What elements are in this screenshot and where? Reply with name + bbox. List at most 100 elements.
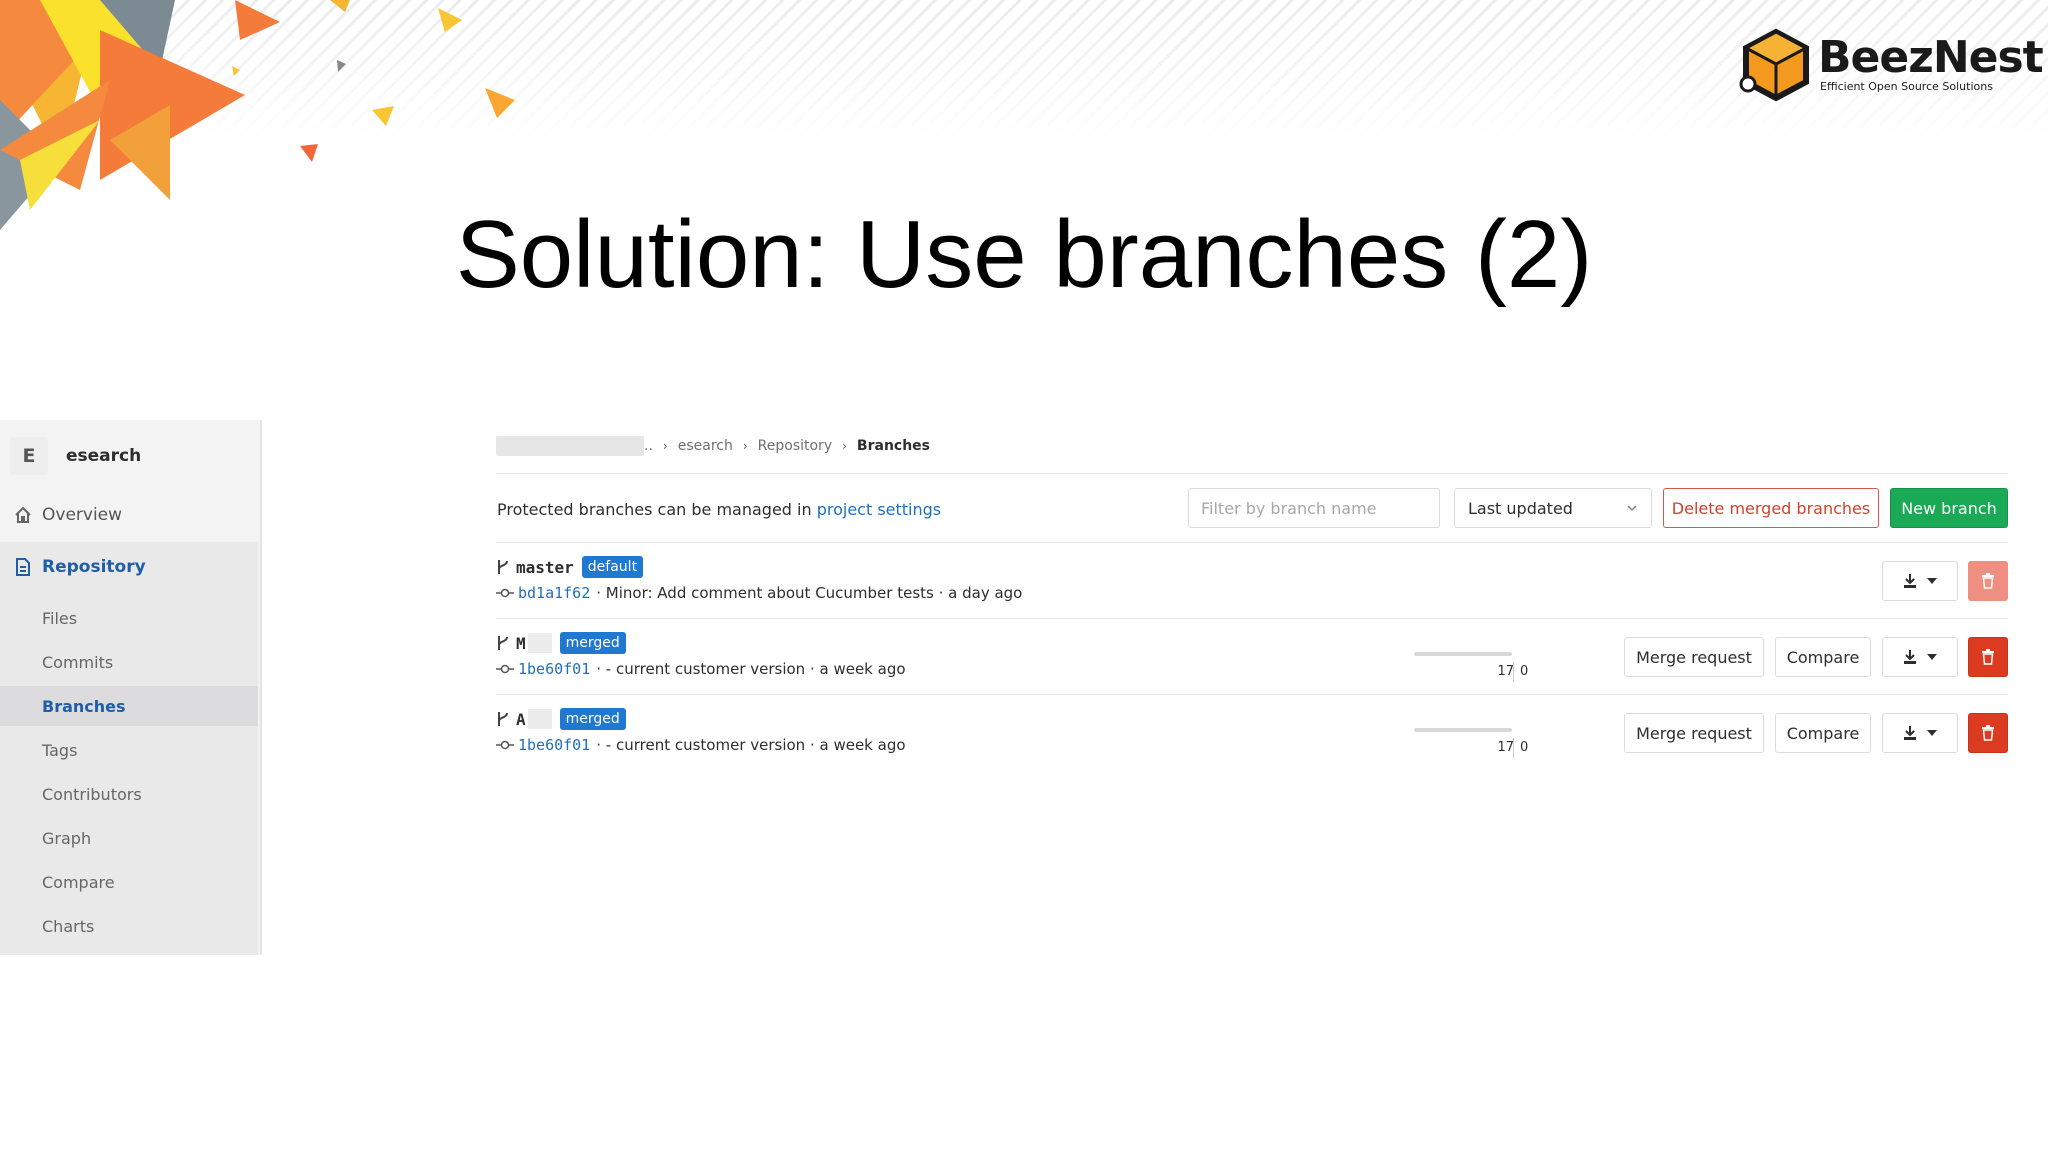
download-icon — [1904, 650, 1916, 664]
commit-sha-link[interactable]: bd1a1f62 — [518, 584, 590, 602]
chevron-right-icon: › — [662, 439, 668, 453]
hexagon-logo-icon — [1739, 28, 1810, 102]
trash-icon — [1982, 573, 1994, 589]
commit-sha-link[interactable]: 1be60f01 — [518, 736, 590, 754]
branch-name[interactable]: A merged — [496, 708, 626, 730]
protected-branches-note: Protected branches can be managed in pro… — [497, 500, 941, 519]
commit-sha-link[interactable]: 1be60f01 — [518, 660, 590, 678]
commit-summary: 1be60f01 · - current customer version · … — [496, 660, 906, 678]
breadcrumb-current[interactable]: Branches — [857, 438, 930, 454]
sidebar-item-branches[interactable]: Branches — [0, 686, 258, 726]
sidebar-item-overview[interactable]: Overview — [0, 494, 258, 536]
download-dropdown-button[interactable] — [1882, 713, 1958, 753]
compare-button[interactable]: Compare — [1775, 637, 1871, 677]
divergence-separator — [1513, 662, 1514, 682]
branch-icon — [498, 712, 508, 726]
caret-down-icon — [1927, 654, 1937, 660]
new-branch-button[interactable]: New branch — [1890, 488, 2008, 528]
download-icon — [1904, 726, 1916, 740]
sidebar-item-contributors[interactable]: Contributors — [0, 774, 258, 814]
caret-down-icon — [1927, 578, 1937, 584]
commit-summary: bd1a1f62 · Minor: Add comment about Cucu… — [496, 584, 1022, 602]
commit-icon — [496, 588, 514, 598]
divergence-bar — [1414, 728, 1512, 732]
branch-name-text: master — [516, 557, 574, 577]
trash-icon — [1982, 725, 1994, 741]
home-icon — [15, 506, 31, 523]
sort-dropdown[interactable]: Last updated — [1454, 488, 1652, 528]
sidebar-item-label: Overview — [42, 505, 123, 525]
commits-ahead-count: 0 — [1520, 664, 1529, 679]
compare-button[interactable]: Compare — [1775, 713, 1871, 753]
default-badge: default — [581, 556, 644, 578]
branch-name-text: M — [516, 633, 526, 653]
merged-badge: merged — [559, 632, 626, 654]
commits-ahead-count: 0 — [1520, 740, 1529, 755]
sidebar-item-compare[interactable]: Compare — [0, 862, 258, 902]
sidebar-item-graph[interactable]: Graph — [0, 818, 258, 858]
sidebar-item-charts[interactable]: Charts — [0, 906, 258, 946]
divider — [496, 473, 2008, 474]
download-dropdown-button[interactable] — [1882, 637, 1958, 677]
breadcrumb-repository[interactable]: Repository — [758, 438, 832, 454]
branch-icon — [498, 560, 508, 574]
commit-message: · - current customer version · a week ag… — [596, 736, 906, 754]
commit-icon — [496, 664, 514, 674]
redacted-branch-suffix — [527, 709, 552, 729]
sidebar-item-repository[interactable]: Repository — [0, 546, 258, 588]
beeznest-logo: BeezNest Efficient Open Source Solutions — [1738, 28, 2044, 106]
redacted-branch-suffix — [527, 633, 552, 653]
project-avatar: E — [10, 437, 48, 475]
commits-behind-count: 17 — [1497, 664, 1514, 679]
sidebar-item-tags[interactable]: Tags — [0, 730, 258, 770]
divergence-graph: 17 0 — [1414, 728, 1534, 764]
divider — [496, 694, 2008, 695]
commit-summary: 1be60f01 · - current customer version · … — [496, 736, 906, 754]
chevron-right-icon: › — [842, 439, 847, 453]
project-name: esearch — [66, 446, 142, 466]
sidebar-item-files[interactable]: Files — [0, 598, 258, 638]
commit-message: · Minor: Add comment about Cucumber test… — [596, 584, 1023, 602]
branch-name[interactable]: M merged — [496, 632, 626, 654]
commit-message: · - current customer version · a week ag… — [596, 660, 906, 678]
divergence-graph: 17 0 — [1414, 652, 1534, 688]
delete-branch-button[interactable] — [1968, 637, 2008, 677]
breadcrumb-project[interactable]: esearch — [678, 438, 733, 454]
delete-merged-branches-button[interactable]: Delete merged branches — [1663, 488, 1879, 528]
sidebar-item-commits[interactable]: Commits — [0, 642, 258, 682]
sidebar-item-label: Repository — [42, 557, 146, 577]
caret-down-icon — [1927, 730, 1937, 736]
delete-branch-button — [1968, 561, 2008, 601]
trash-icon — [1982, 649, 1994, 665]
download-icon — [1904, 574, 1916, 588]
merged-badge: merged — [559, 708, 626, 730]
logo-tagline: Efficient Open Source Solutions — [1820, 80, 1993, 93]
breadcrumb-ellipsis: .. — [644, 438, 653, 454]
divergence-bar — [1414, 652, 1512, 656]
breadcrumb: .. › esearch › Repository › Branches — [496, 434, 930, 458]
chevron-right-icon: › — [742, 439, 748, 453]
delete-branch-button[interactable] — [1968, 713, 2008, 753]
project-sidebar: E esearch Overview Repository Files Comm… — [0, 420, 262, 955]
merge-request-button[interactable]: Merge request — [1624, 713, 1764, 753]
slide-title: Solution: Use branches (2) — [455, 201, 1593, 308]
divider — [496, 618, 2008, 619]
document-icon — [16, 558, 30, 576]
sidebar-project-header[interactable]: E esearch — [10, 434, 141, 478]
divergence-separator — [1513, 738, 1514, 758]
branch-icon — [498, 636, 508, 650]
branch-filter-input[interactable] — [1188, 488, 1440, 528]
chevron-down-icon — [1627, 505, 1637, 512]
protected-note-text: Protected branches can be managed in — [497, 500, 817, 519]
branch-name-text: A — [516, 709, 526, 729]
branch-name[interactable]: master default — [496, 556, 644, 578]
commit-icon — [496, 740, 514, 750]
project-settings-link[interactable]: project settings — [817, 500, 941, 519]
logo-name: BeezNest — [1818, 32, 2044, 83]
redacted-group-name — [496, 436, 644, 456]
divider — [496, 542, 2008, 543]
commits-behind-count: 17 — [1497, 740, 1514, 755]
merge-request-button[interactable]: Merge request — [1624, 637, 1764, 677]
download-dropdown-button[interactable] — [1882, 561, 1958, 601]
sort-dropdown-value: Last updated — [1468, 498, 1573, 518]
